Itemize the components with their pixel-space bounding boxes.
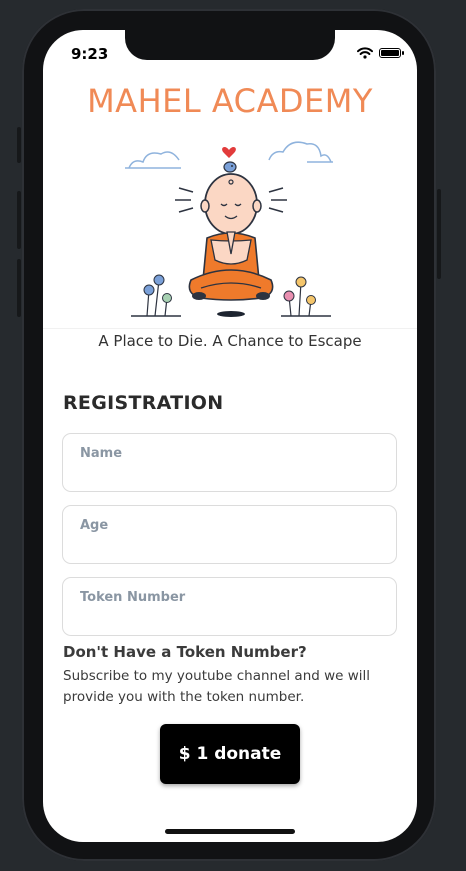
app-title: MAHEL ACADEMY [87,82,373,120]
home-indicator[interactable] [165,829,295,834]
power-button [437,189,441,279]
registration-heading: REGISTRATION [63,392,224,414]
token-help-text: Subscribe to my youtube channel and we w… [63,668,371,705]
token-help-title: Don't Have a Token Number? [63,643,307,661]
hero-divider [43,328,417,329]
token-number-input[interactable] [79,610,383,632]
volume-down-button [17,259,21,317]
battery-icon [379,48,404,58]
token-number-field-label: Token Number [80,590,186,605]
app-screen: 9:23 MAHEL ACADEMY A Place to Die. A Cha… [43,30,417,842]
status-time: 9:23 [71,45,109,63]
name-input[interactable] [79,466,383,488]
notch [125,30,335,60]
name-field[interactable]: Name [62,433,397,492]
token-number-field[interactable]: Token Number [62,577,397,636]
donate-button[interactable]: $ 1 donate [160,724,300,784]
meditating-monk-illustration [125,141,333,317]
volume-up-button [17,191,21,249]
wifi-icon [357,47,373,59]
name-field-label: Name [80,446,123,461]
age-field[interactable]: Age [62,505,397,564]
mute-switch [17,127,21,163]
age-input[interactable] [79,538,383,560]
age-field-label: Age [80,518,109,533]
tagline: A Place to Die. A Chance to Escape [98,332,362,350]
status-icons [357,47,404,59]
